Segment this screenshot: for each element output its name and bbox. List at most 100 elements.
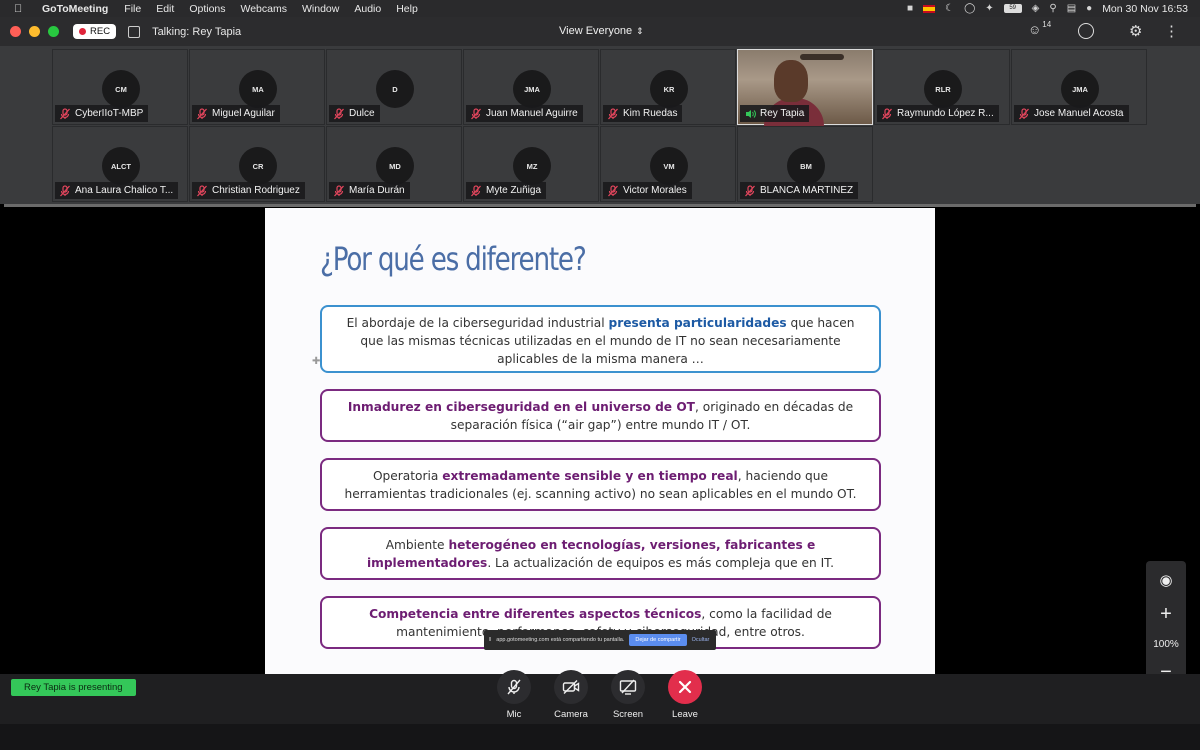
participant-tile[interactable]: MD María Durán bbox=[326, 126, 462, 202]
muted-mic-icon bbox=[60, 184, 70, 196]
participant-nameplate: Juan Manuel Aguirre bbox=[466, 105, 583, 122]
wifi-icon[interactable]: ◈ bbox=[1032, 3, 1040, 14]
apple-icon[interactable]:  bbox=[14, 3, 28, 15]
box-text: . La actualización de equipos es más com… bbox=[487, 556, 835, 570]
participant-name: Rey Tapia bbox=[760, 108, 805, 119]
muted-mic-icon bbox=[608, 184, 618, 196]
participant-nameplate: BLANCA MARTINEZ bbox=[740, 182, 859, 199]
siri-icon[interactable]: ● bbox=[1086, 3, 1092, 14]
muted-mic-icon bbox=[334, 107, 344, 119]
avatar: KR bbox=[650, 70, 688, 108]
menu-audio[interactable]: Audio bbox=[354, 3, 381, 15]
menu-clock[interactable]: Mon 30 Nov 16:53 bbox=[1102, 3, 1188, 15]
participant-tile[interactable]: RLR Raymundo López R... bbox=[874, 49, 1010, 125]
participant-tile-video[interactable]: Rey Tapia bbox=[737, 49, 873, 128]
participant-name: María Durán bbox=[349, 185, 405, 196]
screen-button[interactable]: Screen bbox=[598, 670, 658, 720]
minimize-window-button[interactable] bbox=[29, 26, 40, 37]
close-window-button[interactable] bbox=[10, 26, 21, 37]
menu-help[interactable]: Help bbox=[396, 3, 418, 15]
app-menu-name[interactable]: GoToMeeting bbox=[42, 3, 108, 15]
participant-tile[interactable]: MA Miguel Aguilar bbox=[189, 49, 325, 125]
resize-divider[interactable] bbox=[4, 204, 1196, 207]
participant-tile[interactable]: JMA Jose Manuel Acosta bbox=[1011, 49, 1147, 125]
participant-tile[interactable]: KR Kim Ruedas bbox=[600, 49, 736, 125]
leave-button[interactable]: Leave bbox=[655, 670, 715, 720]
muted-mic-icon bbox=[334, 184, 344, 196]
presenter-status-badge: Rey Tapia is presenting bbox=[11, 679, 136, 696]
participant-nameplate: Victor Morales bbox=[603, 182, 692, 199]
zoom-level: 100% bbox=[1153, 639, 1179, 650]
screen-share-off-icon bbox=[619, 679, 637, 695]
spotlight-search-icon[interactable]: ⚲ bbox=[1049, 3, 1056, 14]
avatar: RLR bbox=[924, 70, 962, 108]
input-source-flag-icon[interactable] bbox=[923, 4, 936, 13]
mic-label: Mic bbox=[506, 709, 522, 720]
dark-mode-moon-icon[interactable]: ☾ bbox=[945, 3, 954, 14]
participant-name: Myte Zuñiga bbox=[486, 185, 542, 196]
muted-mic-icon bbox=[60, 107, 70, 119]
lock-icon[interactable] bbox=[128, 25, 141, 38]
muted-mic-icon bbox=[197, 107, 207, 119]
camera-snapshot-icon[interactable]: ◉ bbox=[1146, 571, 1186, 589]
participant-nameplate: Rey Tapia bbox=[740, 105, 810, 122]
participant-name: Juan Manuel Aguirre bbox=[486, 108, 578, 119]
headphones-icon[interactable]: ◯ bbox=[964, 3, 975, 14]
shared-screen-area: ¿Por qué es diferente? ✚ El abordaje de … bbox=[0, 204, 1200, 728]
speaking-mic-icon bbox=[746, 109, 756, 118]
participant-tile[interactable]: D Dulce bbox=[326, 49, 462, 125]
slide-box-heterogeneous: Ambiente heterogéneo en tecnologías, ver… bbox=[320, 527, 881, 580]
speaker-head-shape bbox=[774, 60, 808, 102]
updown-chevron-icon: ⇕ bbox=[636, 26, 644, 36]
participant-tile[interactable]: CR Christian Rodriguez bbox=[189, 126, 325, 202]
menu-options[interactable]: Options bbox=[189, 3, 225, 15]
camera-off-icon bbox=[562, 680, 580, 694]
meeting-control-bar: Rey Tapia is presenting Mic Camera Scree… bbox=[0, 670, 1200, 724]
ceiling-fan-shape bbox=[800, 54, 844, 60]
menu-file[interactable]: File bbox=[124, 3, 141, 15]
stop-sharing-button[interactable]: Dejar de compartir bbox=[629, 634, 687, 646]
participant-name: Victor Morales bbox=[623, 185, 687, 196]
participant-name: Raymundo López R... bbox=[897, 108, 994, 119]
screen-label: Screen bbox=[612, 709, 644, 720]
settings-gear-icon[interactable]: ⚙ bbox=[1129, 22, 1142, 40]
muted-mic-icon bbox=[882, 107, 892, 119]
notification-icon[interactable]: ■ bbox=[907, 3, 913, 14]
participant-tile[interactable]: MZ Myte Zuñiga bbox=[463, 126, 599, 202]
control-center-icon[interactable]: ▤ bbox=[1067, 3, 1076, 14]
zoom-in-button[interactable]: + bbox=[1146, 603, 1186, 626]
fullscreen-window-button[interactable] bbox=[48, 26, 59, 37]
attendees-button[interactable]: ☺ 14 bbox=[1028, 20, 1051, 37]
participant-tile[interactable]: JMA Juan Manuel Aguirre bbox=[463, 49, 599, 125]
status-menus: ■ ☾ ◯ ✦ 59 ◈ ⚲ ▤ ● Mon 30 Nov 16:53 bbox=[907, 3, 1188, 15]
participant-tile[interactable]: CM CyberIIoT-MBP bbox=[52, 49, 188, 125]
camera-toggle[interactable] bbox=[554, 670, 588, 704]
participant-name: Miguel Aguilar bbox=[212, 108, 275, 119]
participant-tile[interactable]: BM BLANCA MARTINEZ bbox=[737, 126, 873, 202]
rec-label: REC bbox=[90, 26, 111, 37]
mic-button[interactable]: Mic bbox=[484, 670, 544, 720]
presentation-slide: ¿Por qué es diferente? ✚ El abordaje de … bbox=[265, 208, 935, 674]
avatar: ALCT bbox=[102, 147, 140, 185]
hide-banner-button[interactable]: Ocultar bbox=[692, 637, 710, 643]
participant-name: Kim Ruedas bbox=[623, 108, 678, 119]
view-everyone-dropdown[interactable]: View Everyone ⇕ bbox=[559, 25, 644, 37]
mic-toggle[interactable] bbox=[497, 670, 531, 704]
participant-tile[interactable]: VM Victor Morales bbox=[600, 126, 736, 202]
recording-badge[interactable]: REC bbox=[73, 24, 117, 39]
more-options-icon[interactable]: ⋮ bbox=[1164, 22, 1179, 40]
menu-webcams[interactable]: Webcams bbox=[241, 3, 288, 15]
participant-name: CyberIIoT-MBP bbox=[75, 108, 144, 119]
leave-toggle[interactable] bbox=[668, 670, 702, 704]
participant-tile[interactable]: ALCT Ana Laura Chalico T... bbox=[52, 126, 188, 202]
bluetooth-icon[interactable]: ✦ bbox=[985, 3, 993, 14]
menu-window[interactable]: Window bbox=[302, 3, 339, 15]
muted-mic-icon bbox=[507, 679, 521, 695]
view-label: View Everyone bbox=[559, 25, 633, 37]
menu-edit[interactable]: Edit bbox=[156, 3, 174, 15]
screen-toggle[interactable] bbox=[611, 670, 645, 704]
record-dot-icon bbox=[79, 28, 86, 35]
camera-button[interactable]: Camera bbox=[541, 670, 601, 720]
battery-icon[interactable]: 59 bbox=[1003, 4, 1022, 13]
chat-icon[interactable] bbox=[1078, 23, 1094, 39]
